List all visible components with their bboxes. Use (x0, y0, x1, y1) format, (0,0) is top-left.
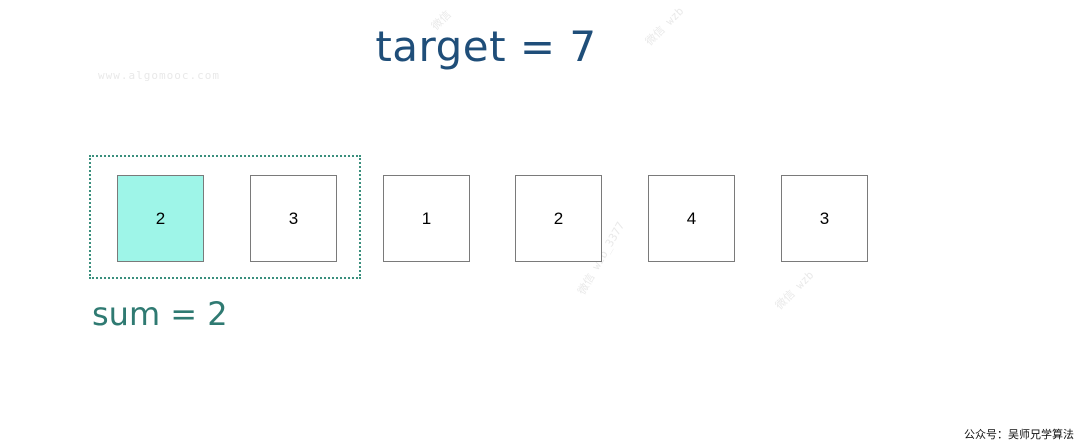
array-cell: 3 (250, 175, 337, 262)
array-cell-highlighted: 2 (117, 175, 204, 262)
watermark: www.algomooc.com (98, 69, 220, 82)
array-cell: 1 (383, 175, 470, 262)
footer-credit: 公众号：吴师兄学算法 (964, 428, 1074, 441)
target-title: target = 7 (375, 22, 597, 71)
array-cell: 3 (781, 175, 868, 262)
array-cell: 4 (648, 175, 735, 262)
sum-label: sum = 2 (92, 295, 228, 333)
array-cell: 2 (515, 175, 602, 262)
watermark: 微信 wzb (772, 268, 817, 313)
